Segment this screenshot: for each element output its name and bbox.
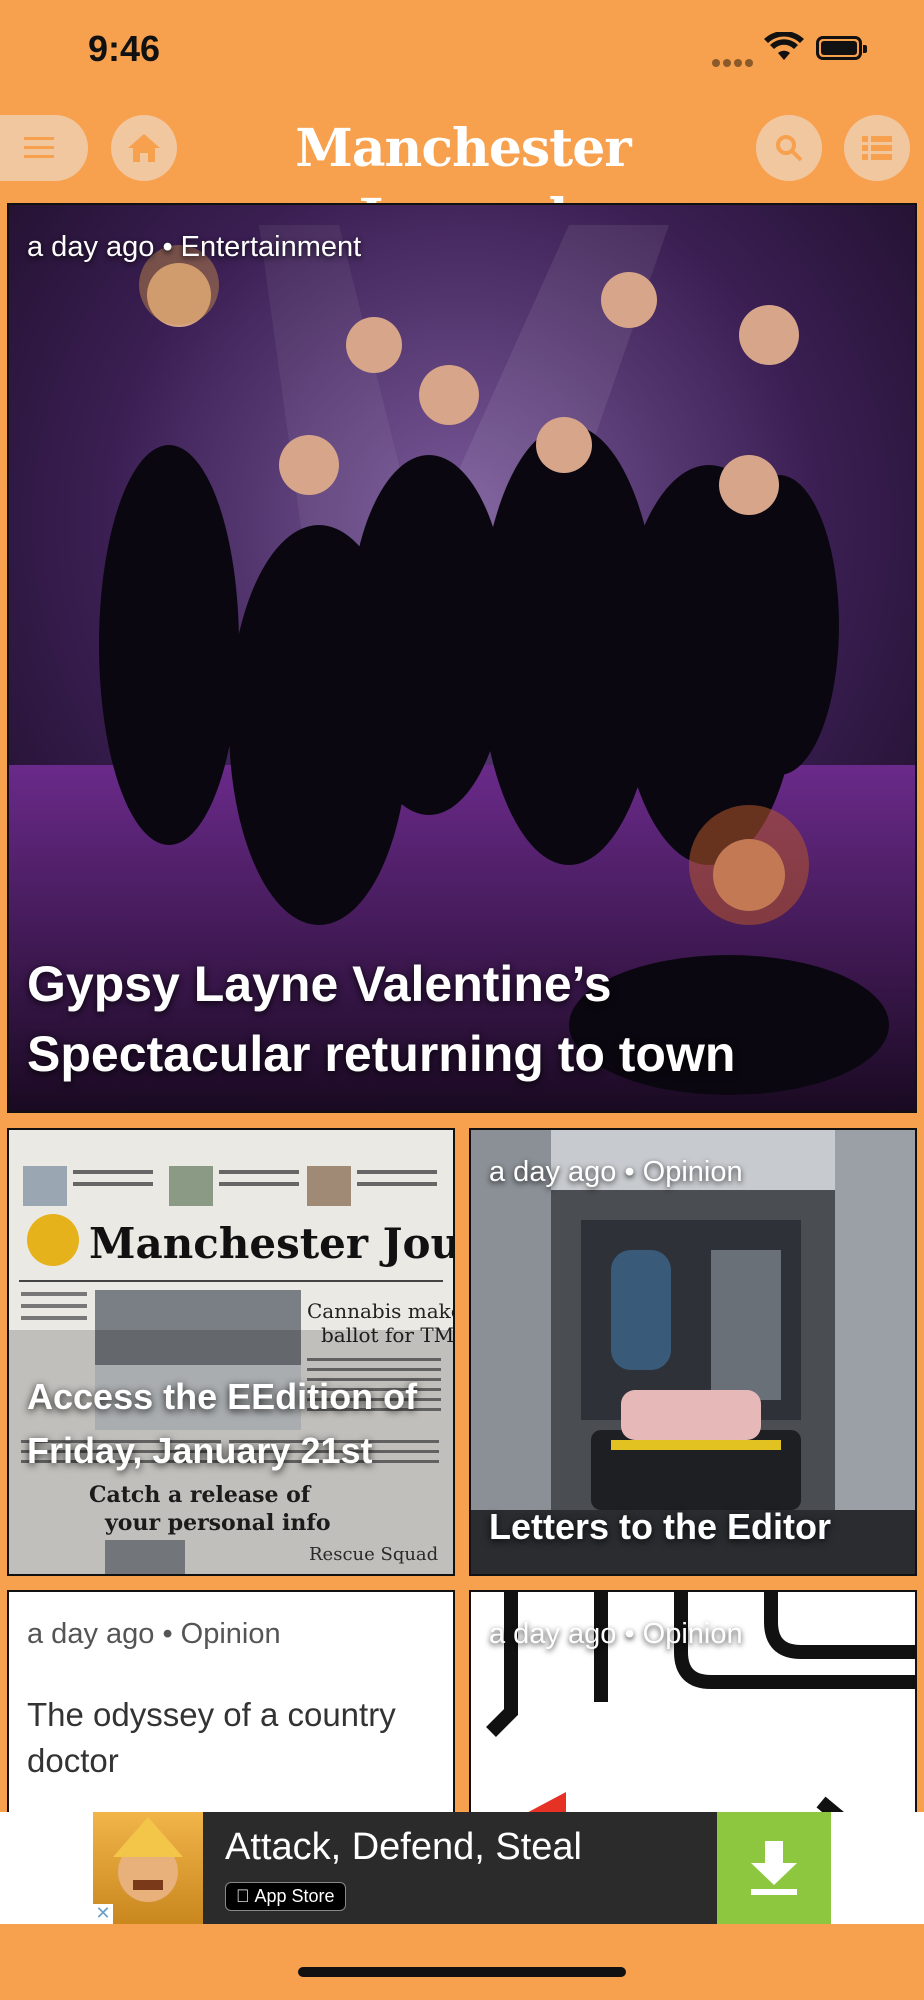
home-icon bbox=[128, 134, 160, 162]
eedition-card[interactable]: Manchester Journal Cannabis makes ballot… bbox=[7, 1128, 455, 1576]
cellular-signal-icon bbox=[712, 52, 756, 71]
battery-icon bbox=[816, 36, 867, 60]
newspaper-image: Manchester Journal Cannabis makes ballot… bbox=[9, 1130, 453, 1574]
app-store-badge[interactable]:  App Store bbox=[225, 1882, 346, 1911]
ad-close-icon[interactable]: ✕ bbox=[93, 1904, 113, 1924]
letters-meta: a day ago • Opinion bbox=[489, 1156, 743, 1188]
ad-content[interactable]: Attack, Defend, Steal  App Store ✕ bbox=[93, 1812, 831, 1924]
doctor-title[interactable]: The odyssey of a country doctor bbox=[27, 1692, 407, 1784]
search-button[interactable] bbox=[756, 115, 822, 181]
top-nav: Manchester Journal bbox=[0, 100, 924, 249]
search-icon bbox=[776, 135, 803, 162]
ad-banner[interactable]: Attack, Defend, Steal  App Store ✕ bbox=[0, 1812, 924, 1924]
list-icon bbox=[862, 136, 892, 160]
svg-text:Manchester Journal: Manchester Journal bbox=[89, 1219, 453, 1268]
letters-card[interactable]: a day ago • Opinion Letters to the Edito… bbox=[469, 1128, 917, 1576]
sections-button[interactable] bbox=[844, 115, 910, 181]
hero-meta: a day ago • Entertainment bbox=[27, 231, 362, 263]
doctor-meta: a day ago • Opinion bbox=[27, 1618, 281, 1650]
svg-text:Cannabis makes: Cannabis makes bbox=[307, 1299, 453, 1323]
home-indicator bbox=[298, 1967, 626, 1977]
wifi-icon bbox=[764, 32, 804, 60]
menu-button[interactable] bbox=[0, 115, 88, 181]
site-logo[interactable]: Manchester Journal bbox=[228, 114, 698, 249]
download-button[interactable] bbox=[717, 1812, 831, 1924]
home-button[interactable] bbox=[111, 115, 177, 181]
status-bar: 9:46 bbox=[0, 0, 924, 100]
hero-title[interactable]: Gypsy Layne Valentine’s Spectacular retu… bbox=[27, 949, 887, 1089]
hamburger-icon bbox=[24, 137, 54, 158]
letters-title[interactable]: Letters to the Editor bbox=[489, 1500, 831, 1554]
ad-headline: Attack, Defend, Steal bbox=[225, 1826, 582, 1868]
hero-article-card[interactable]: a day ago • Entertainment Gypsy Layne Va… bbox=[7, 203, 917, 1113]
clock: 9:46 bbox=[88, 28, 161, 69]
opinion-meta: a day ago • Opinion bbox=[489, 1618, 743, 1650]
eedition-title[interactable]: Access the EEdition of Friday, January 2… bbox=[27, 1370, 437, 1478]
app-store-label: App Store bbox=[236, 1886, 335, 1906]
download-icon bbox=[751, 1841, 797, 1895]
